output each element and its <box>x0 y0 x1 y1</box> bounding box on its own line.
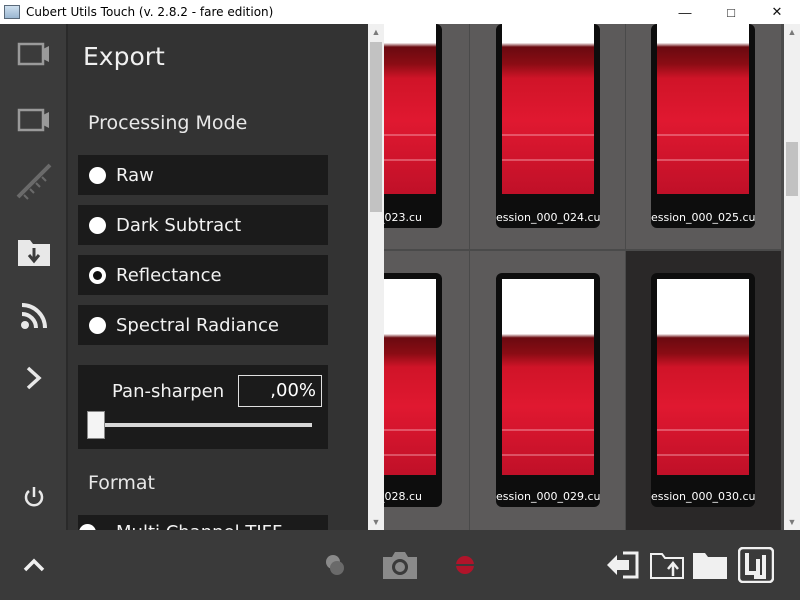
folder-icon <box>693 553 727 579</box>
file-name: ession_000_029.cu <box>496 490 600 503</box>
thumbnail-grid: 000_023.cu ession_000_024.cu ession_000_… <box>384 24 784 530</box>
format-heading: Format <box>88 472 155 494</box>
minimize-button[interactable]: — <box>662 0 708 24</box>
side-rail <box>0 24 68 530</box>
camera-outline-icon <box>17 108 49 132</box>
file-name: ession_000_030.cu <box>651 490 755 503</box>
rail-measure-button[interactable] <box>0 156 68 206</box>
thumbnail-cell[interactable]: 000_028.cu <box>384 251 469 530</box>
panel-title: Export <box>83 42 165 71</box>
ruler-measure-icon <box>16 163 52 200</box>
app-logo-button[interactable] <box>736 544 776 586</box>
thumbnail-card[interactable]: ession_000_025.cu <box>651 24 755 228</box>
mode-option-raw[interactable]: Raw <box>78 155 328 195</box>
thumbnail-image <box>502 24 594 194</box>
scroll-up-arrow[interactable]: ▲ <box>368 24 384 40</box>
mode-label: Spectral Radiance <box>116 314 280 336</box>
thumbnail-image <box>502 279 594 475</box>
thumbnail-cell[interactable]: ession_000_024.cu <box>470 24 625 249</box>
rail-video-button[interactable] <box>0 95 68 145</box>
thumbnail-cell-selected[interactable]: ession_000_030.cu <box>626 251 781 530</box>
grid-scrollbar[interactable]: ▲ ▼ <box>784 24 800 530</box>
mode-label: Dark Subtract <box>116 214 242 236</box>
thumbnail-card[interactable]: 000_028.cu <box>384 273 442 507</box>
thumbnail-image <box>384 279 436 475</box>
file-name: 000_028.cu <box>384 490 422 503</box>
exit-arrow-icon <box>607 551 639 579</box>
camera-icon <box>383 552 417 579</box>
thumbnail-image <box>657 24 749 194</box>
thumbnail-image <box>384 24 436 194</box>
rss-feed-icon <box>21 303 47 329</box>
record-button[interactable] <box>450 544 480 586</box>
panel-scrollbar[interactable]: ▲ ▼ <box>368 24 384 530</box>
radio-button[interactable] <box>89 166 106 184</box>
rail-power-button[interactable] <box>0 472 68 522</box>
thumbnail-cell[interactable]: ession_000_025.cu <box>626 24 781 249</box>
close-button[interactable]: ✕ <box>754 0 800 24</box>
thumbnail-image <box>657 279 749 475</box>
file-name: ession_000_025.cu <box>651 211 755 224</box>
radio-button[interactable] <box>89 216 106 234</box>
scrollbar-thumb[interactable] <box>370 42 382 212</box>
pan-sharpen-slider-track[interactable] <box>96 423 312 427</box>
radio-button-checked[interactable] <box>89 266 106 284</box>
pan-sharpen-slider-thumb[interactable] <box>87 411 105 439</box>
format-option-first[interactable]: Multi Channel TIFF <box>78 515 328 530</box>
mode-label: Raw <box>116 164 154 186</box>
bottom-toolbar <box>0 530 800 600</box>
radio-button[interactable] <box>89 316 106 334</box>
maximize-button[interactable]: □ <box>708 0 754 24</box>
scroll-down-arrow[interactable]: ▼ <box>784 514 800 530</box>
chevron-right-icon <box>26 366 42 390</box>
collapse-up-button[interactable] <box>16 544 52 586</box>
rail-camera-button[interactable] <box>0 29 68 79</box>
app-window-icon <box>4 5 20 19</box>
thumbnail-card[interactable]: 000_023.cu <box>384 24 442 228</box>
pan-sharpen-control: Pan-sharpen ,00% <box>78 365 328 449</box>
folder-download-icon <box>18 240 50 266</box>
open-folder-button[interactable] <box>690 544 730 586</box>
file-name: 000_023.cu <box>384 211 422 224</box>
app-logo-icon <box>738 547 774 583</box>
mode-label: Reflectance <box>116 264 222 286</box>
capture-button[interactable] <box>378 544 422 586</box>
rail-expand-button[interactable] <box>0 353 68 403</box>
exit-button[interactable] <box>602 544 642 586</box>
processing-mode-heading: Processing Mode <box>88 112 248 134</box>
scroll-down-arrow[interactable]: ▼ <box>368 514 384 530</box>
thumbnail-card[interactable]: ession_000_029.cu <box>496 273 600 507</box>
format-label: Multi Channel TIFF <box>116 522 282 530</box>
thumbnail-card[interactable]: ession_000_030.cu <box>651 273 755 507</box>
thumbnail-cell[interactable]: ession_000_029.cu <box>470 251 625 530</box>
thumbnail-card[interactable]: ession_000_024.cu <box>496 24 600 228</box>
thumbnail-cell[interactable]: 000_023.cu <box>384 24 469 249</box>
rail-export-button[interactable] <box>0 227 68 277</box>
folder-upload-icon <box>650 553 684 579</box>
pan-sharpen-label: Pan-sharpen <box>112 381 225 402</box>
export-panel: Export Processing Mode Raw Dark Subtract… <box>68 24 368 530</box>
window-title-bar: Cubert Utils Touch (v. 2.8.2 - fare edit… <box>0 0 800 24</box>
scroll-up-arrow[interactable]: ▲ <box>784 24 800 40</box>
camera-outline-icon <box>17 42 49 66</box>
upload-folder-button[interactable] <box>648 544 688 586</box>
scrollbar-thumb[interactable] <box>786 142 798 196</box>
mode-option-spectral-radiance[interactable]: Spectral Radiance <box>78 305 328 345</box>
layers-button[interactable] <box>318 544 352 586</box>
record-icon <box>456 556 474 574</box>
layers-icon <box>326 555 344 575</box>
rail-stream-button[interactable] <box>0 291 68 341</box>
pan-sharpen-input[interactable]: ,00% <box>238 375 322 407</box>
chevron-up-icon <box>23 558 45 572</box>
window-title: Cubert Utils Touch (v. 2.8.2 - fare edit… <box>26 5 274 19</box>
mode-option-dark-subtract[interactable]: Dark Subtract <box>78 205 328 245</box>
mode-option-reflectance[interactable]: Reflectance <box>78 255 328 295</box>
file-name: ession_000_024.cu <box>496 211 600 224</box>
power-icon <box>24 487 44 507</box>
